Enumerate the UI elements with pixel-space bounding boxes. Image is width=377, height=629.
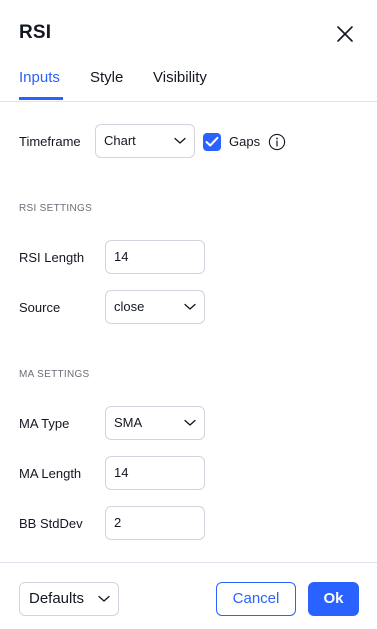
ma-type-select[interactable]: SMA bbox=[105, 406, 205, 440]
rsi-length-label: RSI Length bbox=[19, 250, 85, 265]
dialog-header: RSI bbox=[0, 0, 377, 64]
tab-visibility[interactable]: Visibility bbox=[153, 69, 207, 86]
ma-type-value: SMA bbox=[114, 415, 143, 430]
rsi-settings-heading: RSI SETTINGS bbox=[19, 203, 93, 214]
chevron-down-icon bbox=[184, 419, 196, 426]
ok-button[interactable]: Ok bbox=[308, 582, 359, 616]
rsi-settings-dialog: RSI Inputs Style Visibility Timeframe Ch… bbox=[0, 0, 377, 628]
tab-inputs[interactable]: Inputs bbox=[19, 69, 60, 86]
gaps-checkbox[interactable] bbox=[203, 133, 221, 151]
checkmark-icon bbox=[205, 136, 219, 147]
chevron-down-icon bbox=[184, 303, 196, 310]
defaults-dropdown[interactable]: Defaults bbox=[19, 582, 119, 616]
ma-settings-heading: MA SETTINGS bbox=[19, 369, 90, 380]
source-label: Source bbox=[19, 300, 61, 315]
ma-type-label: MA Type bbox=[19, 416, 70, 431]
gaps-label: Gaps bbox=[229, 134, 261, 149]
source-value: close bbox=[114, 299, 145, 314]
timeframe-value: Chart bbox=[104, 133, 136, 148]
dialog-title: RSI bbox=[19, 22, 52, 43]
defaults-label: Defaults bbox=[29, 590, 85, 607]
tab-style[interactable]: Style bbox=[90, 69, 123, 86]
timeframe-select[interactable]: Chart bbox=[95, 124, 195, 158]
ma-length-input[interactable]: 14 bbox=[105, 456, 205, 490]
source-select[interactable]: close bbox=[105, 290, 205, 324]
close-icon[interactable] bbox=[334, 23, 356, 45]
active-tab-indicator bbox=[19, 97, 63, 100]
info-icon[interactable] bbox=[268, 133, 286, 151]
cancel-button[interactable]: Cancel bbox=[216, 582, 296, 616]
chevron-down-icon bbox=[98, 595, 110, 602]
timeframe-label: Timeframe bbox=[19, 134, 81, 149]
dialog-footer: Defaults Cancel Ok bbox=[0, 562, 377, 629]
bb-stddev-input[interactable]: 2 bbox=[105, 506, 205, 540]
ma-length-label: MA Length bbox=[19, 466, 82, 481]
rsi-length-input[interactable]: 14 bbox=[105, 240, 205, 274]
bb-stddev-label: BB StdDev bbox=[19, 516, 83, 531]
chevron-down-icon bbox=[174, 137, 186, 144]
